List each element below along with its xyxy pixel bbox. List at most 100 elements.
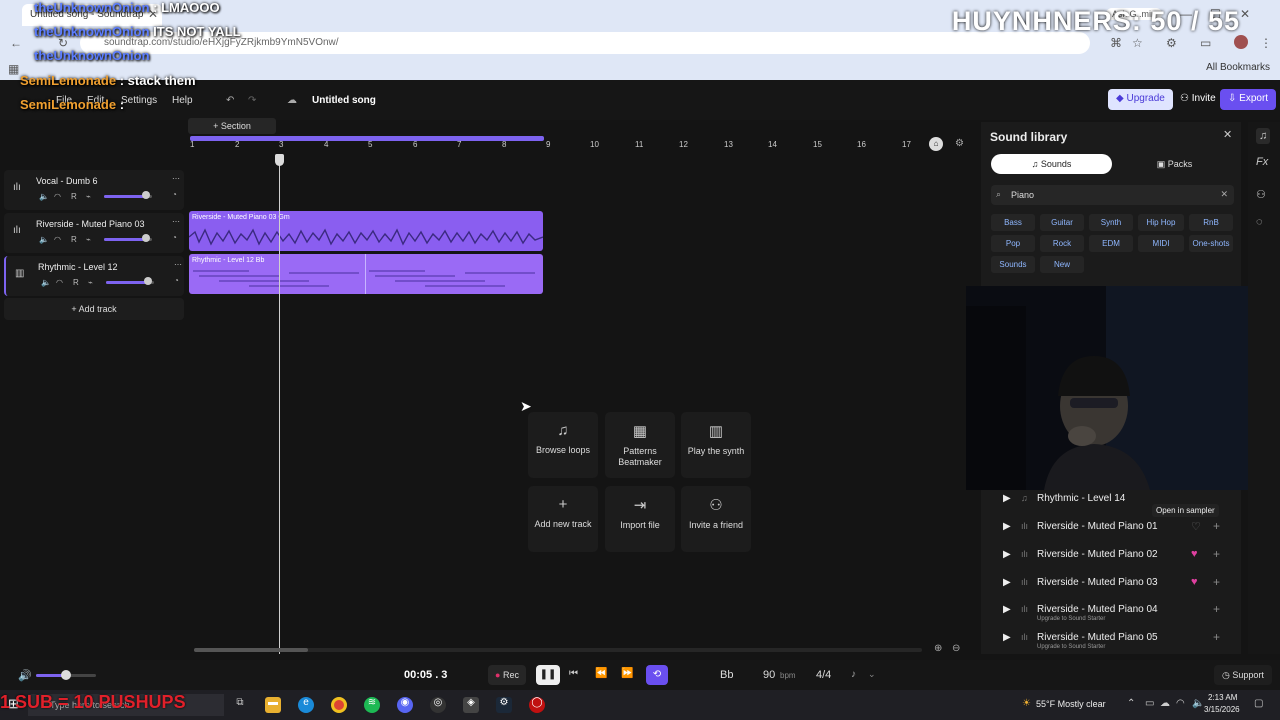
close-tab-icon[interactable]: ✕ <box>148 7 158 21</box>
timeline-settings-icon[interactable]: ⚙ <box>955 138 964 149</box>
bookmark-star-icon[interactable]: ☆ <box>1132 36 1143 50</box>
play-icon[interactable]: ▶ <box>1003 549 1011 560</box>
steam-icon[interactable]: ⚙ <box>496 697 512 713</box>
tray-icon[interactable]: ☁ <box>1160 698 1170 709</box>
add-icon[interactable]: + <box>1213 519 1220 533</box>
profile-avatar[interactable] <box>1234 35 1248 49</box>
patterns-beatmaker-card[interactable]: ▦ Patterns Beatmaker <box>605 412 675 478</box>
metronome-icon[interactable]: ♪ <box>851 669 856 680</box>
upgrade-button[interactable]: ◆ Upgrade <box>1108 89 1173 110</box>
speaker-icon[interactable]: 🔊 <box>18 669 32 682</box>
browser-tab[interactable]: Untitled song - Soundtrap <box>22 4 162 26</box>
play-icon[interactable]: ▶ <box>1003 493 1011 504</box>
zoom-in-icon[interactable]: ⊕ <box>934 643 942 654</box>
mute-icon[interactable]: 🔈 <box>39 235 49 244</box>
app-icon[interactable]: ◈ <box>463 697 479 713</box>
support-button[interactable]: ◷ Support <box>1214 665 1272 685</box>
discord-icon[interactable]: ◉ <box>397 697 413 713</box>
play-icon[interactable]: ▶ <box>1003 632 1011 643</box>
mute-icon[interactable]: 🔈 <box>39 192 49 201</box>
record-arm-button[interactable]: R <box>73 278 79 287</box>
master-volume-knob[interactable] <box>61 670 71 680</box>
add-icon[interactable]: + <box>1213 602 1220 616</box>
clock-time[interactable]: 2:13 AM <box>1208 693 1237 702</box>
genre-chip[interactable]: MIDI <box>1138 235 1184 252</box>
export-button[interactable]: ⇩ Export <box>1220 89 1277 110</box>
redo-icon[interactable]: ↷ <box>248 95 256 106</box>
add-new-track-card[interactable]: + Add new track <box>528 486 598 552</box>
pan-icon[interactable]: ◔ <box>172 233 177 242</box>
add-icon[interactable]: + <box>1213 630 1220 644</box>
fast-forward-icon[interactable]: ⏩ <box>621 668 633 679</box>
key-display[interactable]: Bb <box>720 669 733 681</box>
genre-chip[interactable]: Synth <box>1089 214 1133 231</box>
play-icon[interactable]: ▶ <box>1003 604 1011 615</box>
favorite-icon[interactable]: ♥ <box>1191 548 1198 560</box>
pan-icon[interactable]: ◔ <box>174 276 179 285</box>
extensions-icon[interactable]: ⚙ <box>1166 36 1177 50</box>
back-icon[interactable]: ← <box>10 36 22 50</box>
volume-knob[interactable] <box>144 277 152 285</box>
tab-packs[interactable]: ▣ Packs <box>1114 154 1235 174</box>
translate-icon[interactable]: ⌘ <box>1110 36 1122 50</box>
network-icon[interactable]: ▭ <box>1145 698 1154 709</box>
add-track-button[interactable]: + Add track <box>4 298 184 320</box>
playhead-handle[interactable] <box>275 154 284 166</box>
skip-start-icon[interactable]: ⏮ <box>569 668 578 679</box>
more-icon[interactable]: ⋮ <box>1260 36 1272 50</box>
screen-icon[interactable]: ▭ <box>1200 36 1211 50</box>
undo-icon[interactable]: ↶ <box>226 95 234 106</box>
scroll-thumb[interactable] <box>194 648 308 652</box>
sound-library-icon[interactable]: ♫ <box>1256 128 1271 144</box>
search-input[interactable]: ⌕ Piano ✕ <box>991 185 1234 205</box>
audio-clip[interactable]: Riverside - Muted Piano 03 Gm <box>189 211 543 251</box>
track-header[interactable]: ılı Vocal - Dumb 6 🔈 ◠ R ⌁ ⋯ ◔ <box>4 170 184 210</box>
chrome-icon[interactable] <box>331 697 347 713</box>
tray-chevron-icon[interactable]: ⌃ <box>1127 698 1135 709</box>
library-list-item[interactable]: ▶ ılı Riverside - Muted Piano 05 Upgrade … <box>985 627 1235 653</box>
library-list-item[interactable]: ▶ ılı Riverside - Muted Piano 02 ♥ + <box>985 544 1235 570</box>
menu-file[interactable]: File <box>56 95 72 106</box>
genre-chip[interactable]: Rock <box>1040 235 1084 252</box>
address-bar[interactable]: soundtrap.com/studio/eHXjgFyZRjkmb9YmN5V… <box>80 32 1090 54</box>
mute-icon[interactable]: 🔈 <box>41 278 51 287</box>
notification-icon[interactable]: ▢ <box>1254 698 1263 709</box>
song-title[interactable]: Untitled song <box>312 95 376 106</box>
solo-icon[interactable]: ◠ <box>56 278 63 287</box>
task-view-icon[interactable]: ⧉ <box>232 697 248 713</box>
close-window-icon[interactable]: ✕ <box>1240 7 1250 21</box>
rewind-icon[interactable]: ⏪ <box>595 668 607 679</box>
genre-chip[interactable]: RnB <box>1189 214 1233 231</box>
genre-chip[interactable]: One-shots <box>1189 235 1233 252</box>
midi-clip[interactable]: Rhythmic - Level 12 Bb <box>189 254 543 294</box>
weather-text[interactable]: 55°F Mostly clear <box>1036 699 1106 709</box>
reload-icon[interactable]: ↻ <box>58 36 68 50</box>
edge-icon[interactable]: e <box>298 697 314 713</box>
volume-knob[interactable] <box>142 191 150 199</box>
invite-button[interactable]: ⚇ Invite <box>1172 89 1224 110</box>
library-list-item[interactable]: ▶ ılı Riverside - Muted Piano 01 ♡ + <box>985 516 1235 542</box>
zoom-out-icon[interactable]: ⊖ <box>952 643 960 654</box>
app-red-icon[interactable]: ◯ <box>529 697 545 713</box>
library-list-item[interactable]: ▶ ılı Riverside - Muted Piano 04 Upgrade … <box>985 599 1235 625</box>
track-name[interactable]: Riverside - Muted Piano 03 <box>36 219 145 229</box>
genre-chip[interactable]: Bass <box>991 214 1035 231</box>
apps-icon[interactable]: ▦ <box>8 62 19 76</box>
add-icon[interactable]: + <box>1213 575 1220 589</box>
close-icon[interactable]: ✕ <box>1223 128 1232 141</box>
chevron-down-icon[interactable]: ⌄ <box>868 669 876 680</box>
record-arm-button[interactable]: R <box>71 192 77 201</box>
record-button[interactable]: ● Rec <box>488 665 526 685</box>
favorite-icon[interactable]: ♡ <box>1191 520 1201 533</box>
record-arm-button[interactable]: R <box>71 235 77 244</box>
genre-chip[interactable]: New <box>1040 256 1084 273</box>
invite-friend-card[interactable]: ⚇ Invite a friend <box>681 486 751 552</box>
spotify-icon[interactable]: ≋ <box>364 697 380 713</box>
add-section-button[interactable]: + Section <box>188 118 276 134</box>
tempo-display[interactable]: 90 <box>763 669 775 681</box>
chat-icon[interactable]: ◌ <box>1256 216 1263 228</box>
timeline-ruler[interactable]: 1 2 3 4 5 6 7 8 9 10 11 12 13 14 15 16 1… <box>188 136 968 154</box>
loop-button[interactable]: ⟲ <box>646 665 668 685</box>
tab-sounds[interactable]: ♫ Sounds <box>991 154 1112 174</box>
pause-button[interactable]: ❚❚ <box>536 665 560 685</box>
